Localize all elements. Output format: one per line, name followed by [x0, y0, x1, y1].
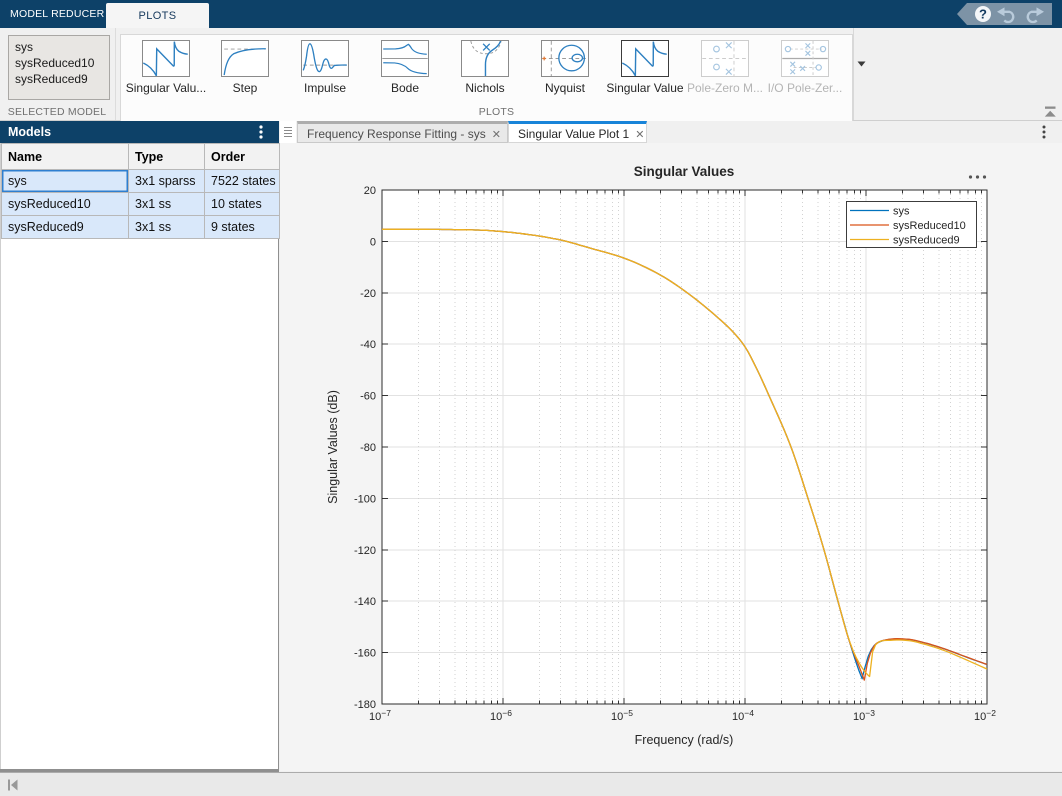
- svg-text:Singular Values (dB): Singular Values (dB): [326, 390, 340, 504]
- svg-text:10−2: 10−2: [974, 708, 996, 723]
- svg-text:sysReduced9: sysReduced9: [893, 235, 960, 247]
- svg-text:20: 20: [364, 185, 376, 197]
- svg-text:10−4: 10−4: [732, 708, 754, 723]
- svg-text:-120: -120: [354, 545, 376, 557]
- svg-text:10−3: 10−3: [853, 708, 875, 723]
- svg-text:0: 0: [370, 236, 376, 248]
- svg-text:-100: -100: [354, 493, 376, 505]
- svg-text:-180: -180: [354, 699, 376, 711]
- svg-text:-60: -60: [360, 391, 376, 403]
- svg-text:-80: -80: [360, 442, 376, 454]
- svg-text:10−5: 10−5: [611, 708, 633, 723]
- svg-text:Singular Values: Singular Values: [634, 164, 735, 179]
- svg-text:10−7: 10−7: [369, 708, 391, 723]
- svg-text:sysReduced10: sysReduced10: [893, 220, 966, 232]
- svg-text:sys: sys: [893, 206, 910, 218]
- svg-text:-160: -160: [354, 648, 376, 660]
- svg-text:-20: -20: [360, 288, 376, 300]
- svg-text:?: ?: [979, 7, 987, 22]
- svg-text:-40: -40: [360, 339, 376, 351]
- svg-text:-140: -140: [354, 596, 376, 608]
- svg-text:10−6: 10−6: [490, 708, 512, 723]
- svg-text:Frequency (rad/s): Frequency (rad/s): [635, 733, 734, 747]
